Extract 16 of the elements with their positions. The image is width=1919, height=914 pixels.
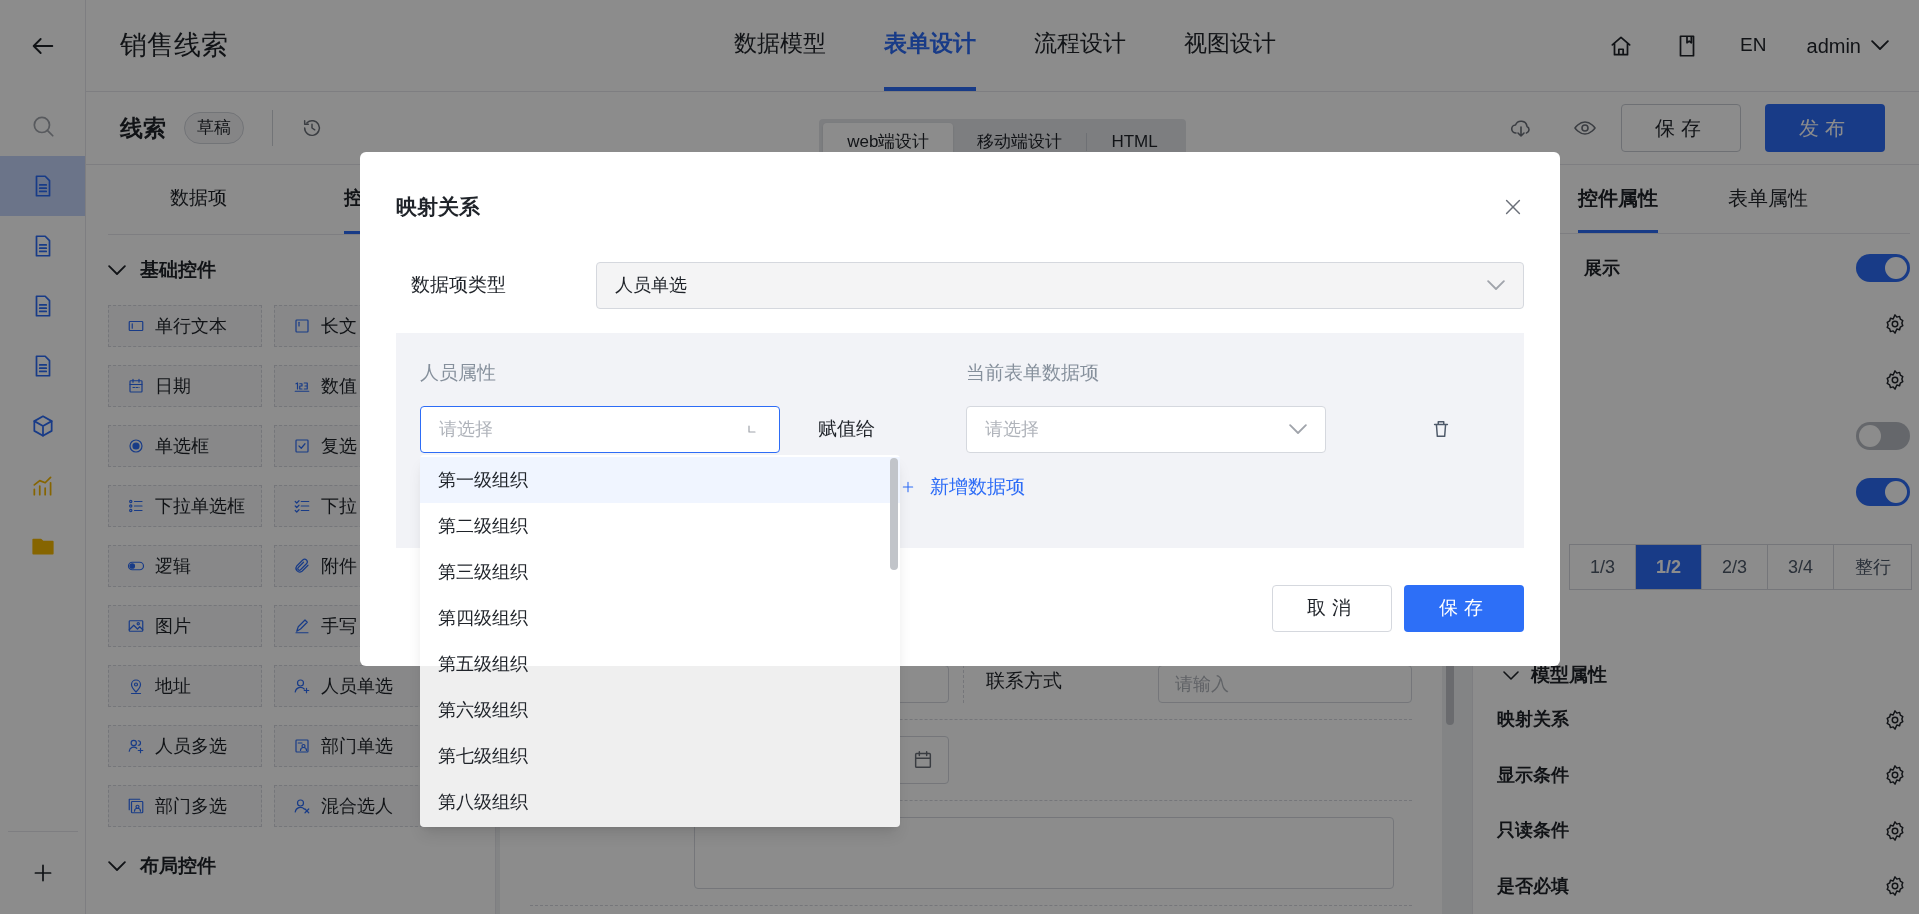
setting-label: 映射关系 [1497,708,1569,732]
setting-label: 只读条件 [1497,819,1569,843]
field-label: 数据项类型 [410,273,507,298]
app-title: 销售线索 [120,30,228,61]
group-title: 基础控件 [140,257,216,282]
connector-label: 赋值给 [818,416,876,441]
dialog-title: 映射关系 [396,194,480,221]
field-label: 联系方式 [986,669,1063,693]
setting-label: 显示条件 [1497,763,1569,787]
section-title: 模型属性 [1531,662,1607,687]
group-title: 布局控件 [140,853,216,878]
column-header: 当前表单数据项 [966,361,1099,385]
status-badge: 草稿 [184,112,244,144]
setting-label: 是否必填 [1497,874,1569,898]
form-name: 线索 [120,113,166,143]
setting-label: 展示 [1584,256,1620,280]
